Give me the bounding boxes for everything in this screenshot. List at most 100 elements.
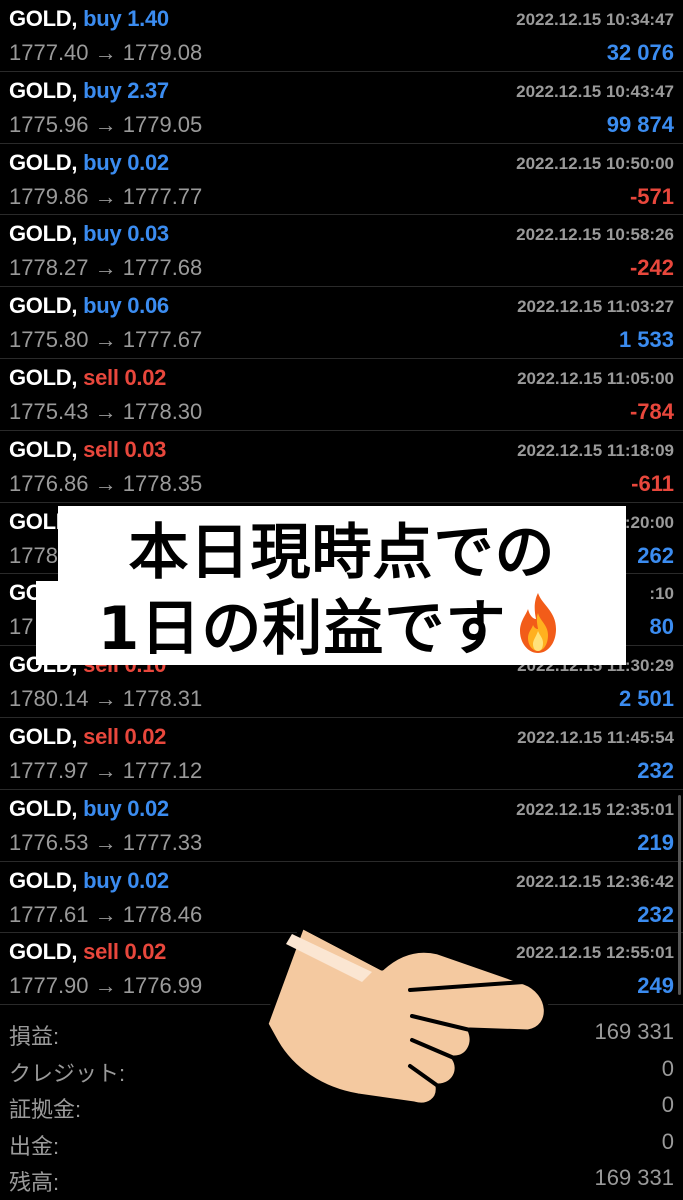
deal-profit: -242 xyxy=(629,255,674,281)
symbol-label: GOLD, xyxy=(9,77,78,103)
symbol-label: GOLD, xyxy=(9,723,78,749)
deal-prices: 1777.61 → 1778.46 xyxy=(9,901,203,927)
deal-prices: 1776.86 → 1778.35 xyxy=(9,470,203,496)
symbol-label: GOLD, xyxy=(9,293,78,319)
deal-profit: -784 xyxy=(629,398,674,424)
deal-prices: 17 xyxy=(9,614,34,640)
deal-prices: 1779.86 → 1777.77 xyxy=(9,183,203,209)
overlay-caption-line-1: 本日現時点での xyxy=(58,506,626,588)
deal-volume: sell 0.02 xyxy=(83,939,167,965)
summary-label: 証拠金: xyxy=(9,1097,82,1122)
caption-text-1: 本日現時点での xyxy=(128,517,556,588)
symbol-label: GOLD, xyxy=(9,795,78,821)
summary-value: 169 331 xyxy=(594,1165,674,1190)
symbol-label: GOLD, xyxy=(9,436,78,462)
summary-row: 残高: 169 331 xyxy=(0,1159,683,1196)
deal-row[interactable]: GOLD, buy 0.06 2022.12.15 11:03:27 1775.8… xyxy=(0,287,683,359)
deal-row[interactable]: GOLD, sell 0.02 2022.12.15 11:45:54 1777.… xyxy=(0,718,683,790)
summary-value: 169 331 xyxy=(594,1019,674,1044)
deal-time: 2022.12.15 12:35:01 xyxy=(516,799,674,819)
deal-symbol: GOLD, buy 0.02 xyxy=(9,868,169,894)
deal-row[interactable]: GOLD, sell 0.03 2022.12.15 11:18:09 1776.… xyxy=(0,431,683,503)
deal-volume: buy 0.02 xyxy=(83,867,169,893)
symbol-label: GOLD, xyxy=(9,221,78,247)
deal-time: 2022.12.15 11:45:54 xyxy=(517,727,674,747)
deal-volume: sell 0.03 xyxy=(83,436,167,462)
deal-time: 2022.12.15 11:18:09 xyxy=(517,440,674,460)
deal-prices: 1778.27 → 1777.68 xyxy=(9,255,203,281)
deal-prices: 1776.53 → 1777.33 xyxy=(9,829,203,855)
scrollbar[interactable] xyxy=(678,795,681,995)
deal-prices: 1777.90 → 1776.99 xyxy=(9,973,203,999)
summary-row: 出金: 0 xyxy=(0,1123,683,1160)
deal-profit: 232 xyxy=(637,901,674,927)
deal-volume: sell 0.02 xyxy=(83,723,167,749)
symbol-label: GOLD, xyxy=(9,6,78,31)
deal-symbol: GOLD, buy 2.37 xyxy=(9,78,169,104)
deal-profit: 2 501 xyxy=(618,686,674,712)
deal-prices: 1777.40 → 1779.08 xyxy=(9,40,203,65)
deal-profit: 219 xyxy=(637,829,674,855)
deal-profit: 99 874 xyxy=(606,111,674,137)
deal-profit: -571 xyxy=(629,183,674,209)
deal-symbol: GOLD, buy 0.06 xyxy=(9,293,169,319)
deal-prices: 1780.14 → 1778.31 xyxy=(9,686,203,712)
deal-time: 2022.12.15 10:50:00 xyxy=(516,153,674,173)
deal-prices: 1775.43 → 1778.30 xyxy=(9,398,203,424)
deal-time: 2022.12.15 10:34:47 xyxy=(516,10,674,29)
summary-label: 出金: xyxy=(9,1133,60,1159)
caption-text-2: 1日の利益です xyxy=(97,593,507,664)
deal-prices: 1775.80 → 1777.67 xyxy=(9,327,203,353)
deal-volume: buy 0.02 xyxy=(83,149,169,175)
deal-symbol: GOLD, sell 0.02 xyxy=(9,724,166,750)
pointing-hand-icon xyxy=(263,923,549,1108)
deal-volume: buy 0.06 xyxy=(83,293,169,319)
deal-volume: buy 2.37 xyxy=(83,77,169,103)
deal-row[interactable]: GOLD, buy 0.02 2022.12.15 12:35:01 1776.5… xyxy=(0,790,683,862)
deal-row[interactable]: GOLD, buy 2.37 2022.12.15 10:43:47 1775.9… xyxy=(0,72,683,144)
deal-prices: 1775.96 → 1779.05 xyxy=(9,111,203,137)
deal-profit: -611 xyxy=(631,470,674,496)
fire-emoji-icon xyxy=(520,593,557,653)
deal-symbol: GOLD, sell 0.02 xyxy=(9,939,166,965)
deal-symbol: GOLD, buy 0.03 xyxy=(9,221,169,247)
deal-volume: buy 1.40 xyxy=(83,6,169,31)
deal-volume: buy 0.02 xyxy=(83,795,169,821)
deal-time: 2022.12.15 10:58:26 xyxy=(516,225,674,245)
deal-profit: 232 xyxy=(637,757,674,783)
summary-value: 0 xyxy=(661,1092,674,1117)
symbol-label: GOLD, xyxy=(9,149,78,175)
deal-symbol: GOLD, buy 0.02 xyxy=(9,150,169,176)
deal-time: :10 xyxy=(649,584,674,604)
deal-time: 2022.12.15 11:03:27 xyxy=(517,297,674,317)
summary-value: 0 xyxy=(661,1055,674,1081)
deal-time: 2022.12.15 11:05:00 xyxy=(517,368,674,388)
deal-symbol: GOLD, buy 0.02 xyxy=(9,796,169,822)
deal-row[interactable]: GOLD, buy 0.03 2022.12.15 10:58:26 1778.2… xyxy=(0,215,683,288)
deal-row[interactable]: GOLD, buy 1.40 2022.12.15 10:34:47 1777.4… xyxy=(0,0,683,72)
summary-label: クレジット: xyxy=(9,1060,126,1086)
symbol-label: GOLD, xyxy=(9,364,78,390)
deal-profit: 80 xyxy=(649,614,674,640)
deal-profit: 249 xyxy=(637,973,674,999)
overlay-caption-line-2: 1日の利益です xyxy=(36,581,626,665)
deal-profit: 32 076 xyxy=(606,40,674,65)
summary-value: 0 xyxy=(661,1128,674,1154)
deal-symbol: GOLD, sell 0.03 xyxy=(9,437,166,463)
symbol-label: GOLD, xyxy=(9,939,78,965)
summary-label: 損益: xyxy=(9,1024,60,1049)
deal-time: :20:00 xyxy=(624,512,674,532)
deal-row[interactable]: GOLD, sell 0.02 2022.12.15 11:05:00 1775.… xyxy=(0,359,683,431)
summary-label: 残高: xyxy=(9,1170,60,1195)
deal-prices: 1777.97 → 1777.12 xyxy=(9,757,203,783)
deal-profit: 262 xyxy=(637,542,674,568)
deal-time: 2022.12.15 10:43:47 xyxy=(516,81,674,101)
deal-prices: 1778 xyxy=(9,542,58,568)
deal-volume: sell 0.02 xyxy=(83,364,167,390)
deal-symbol: GOLD, buy 1.40 xyxy=(9,6,169,32)
deal-time: 2022.12.15 12:36:42 xyxy=(516,871,674,891)
deal-profit: 1 533 xyxy=(618,327,674,353)
deal-symbol: GOLD, sell 0.02 xyxy=(9,365,166,391)
deal-row[interactable]: GOLD, buy 0.02 2022.12.15 10:50:00 1779.8… xyxy=(0,144,683,216)
symbol-label: GOLD, xyxy=(9,867,78,893)
